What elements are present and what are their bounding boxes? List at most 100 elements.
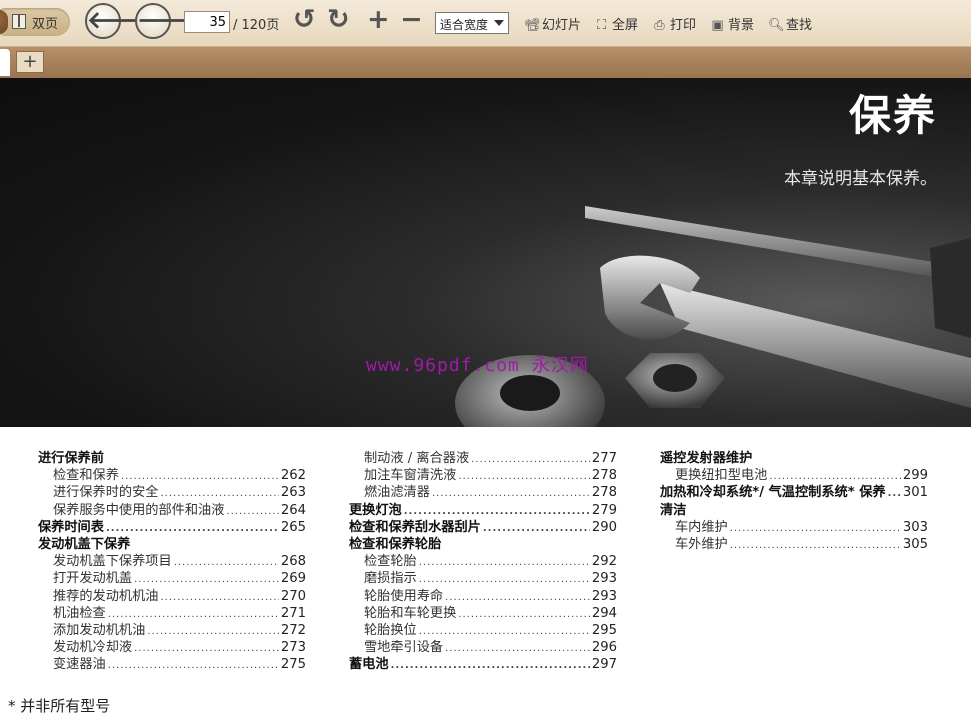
toc-entry[interactable]: 添加发动机机油 272 — [38, 622, 306, 639]
toc-entry-title: 机油检查 — [53, 605, 106, 621]
toc-leader-dots — [108, 606, 279, 623]
toc-entry-title: 制动液 / 离合器液 — [364, 451, 470, 466]
toc-entry[interactable]: 变速器油 275 — [38, 656, 306, 673]
print-button[interactable]: ⎙ 打印 — [652, 14, 696, 33]
toc-entry[interactable]: 机油检查 271 — [38, 605, 306, 622]
toc-entry[interactable]: 轮胎使用寿命 293 — [349, 588, 617, 605]
back-button[interactable]: 🡐 — [85, 3, 151, 39]
toc-entry-title: 更换灯泡 — [349, 502, 402, 518]
tab-bar: + — [0, 47, 971, 78]
toc-leader-dots — [106, 520, 279, 537]
toc-entry[interactable]: 燃油滤清器 278 — [349, 484, 617, 501]
toc-leader-dots — [134, 640, 279, 657]
toc-entry[interactable]: 加注车窗清洗液 278 — [349, 467, 617, 484]
toc-entry[interactable]: 发动机冷却液 273 — [38, 639, 306, 656]
toc-leader-dots — [226, 503, 278, 520]
toc-entry-title: 推荐的发动机机油 — [53, 588, 159, 604]
page-total: / 120页 — [233, 18, 280, 33]
toc-entry-page: 278 — [591, 485, 617, 501]
toc-entry[interactable]: 更换纽扣型电池 299 — [660, 467, 928, 484]
toc-leader-dots — [419, 623, 590, 640]
toc-entry[interactable]: 进行保养时的安全 263 — [38, 484, 306, 501]
toc-entry[interactable]: 车外维护 305 — [660, 536, 928, 553]
minus-icon: − — [400, 4, 423, 35]
toc-entry[interactable]: 检查轮胎 292 — [349, 553, 617, 570]
toc-entry[interactable]: 发动机盖下保养项目 268 — [38, 553, 306, 570]
zoom-select-value: 适合宽度 — [440, 18, 489, 32]
toc-entry[interactable]: 轮胎和车轮更换 294 — [349, 605, 617, 622]
dual-page-toggle[interactable]: 双页 — [0, 8, 70, 36]
slideshow-button[interactable]: 📽幻灯片 — [524, 14, 581, 33]
toc-entry-title: 打开发动机盖 — [53, 571, 133, 587]
toc-entry[interactable]: 制动液 / 离合器液 277 — [349, 450, 617, 467]
toc-entry-page: 303 — [902, 519, 928, 535]
toc-leader-dots — [458, 606, 590, 623]
toc-leader-dots — [108, 657, 279, 674]
search-button[interactable]: 🔍︎查找 — [768, 14, 812, 33]
add-tab-button[interactable]: + — [16, 51, 44, 73]
toc-leader-dots — [730, 537, 901, 554]
rotate-left-button[interactable]: ↺ — [293, 5, 316, 35]
chevron-down-icon — [494, 20, 504, 26]
toc-entry-page: 277 — [591, 451, 617, 466]
toc-entry-page: 297 — [591, 657, 617, 673]
toc-entry-title: 加热和冷却系统*/ 气温控制系统* 保养 — [660, 485, 886, 501]
toc-entry[interactable]: 打开发动机盖 269 — [38, 570, 306, 587]
toc-entry-title: 轮胎使用寿命 — [364, 588, 444, 604]
zoom-in-button[interactable]: + — [367, 5, 390, 35]
toc-entry-page: 273 — [280, 640, 306, 656]
watermark-text: www.96pdf.com 永汉网 — [366, 355, 589, 376]
toc-entry[interactable]: 检查和保养刮水器刮片 290 — [349, 519, 617, 536]
rotate-ccw-icon: ↺ — [293, 4, 316, 35]
toc-entry-title: 更换纽扣型电池 — [675, 468, 768, 484]
toc-entry-title: 蓄电池 — [349, 657, 389, 673]
toc-entry[interactable]: 加热和冷却系统*/ 气温控制系统* 保养 301 — [660, 484, 928, 501]
toc-entry-page: 271 — [280, 605, 306, 621]
toc-entry[interactable]: 发动机盖下保养 — [38, 536, 306, 553]
toc-entry-page: 275 — [280, 657, 306, 673]
toc-entry-page: 264 — [280, 502, 306, 518]
background-icon: ▣ — [711, 18, 724, 33]
toc-entry[interactable]: 轮胎换位 295 — [349, 622, 617, 639]
toc-entry[interactable]: 磨损指示 293 — [349, 570, 617, 587]
toc-entry-title: 检查轮胎 — [364, 554, 417, 570]
rotate-right-button[interactable]: ↻ — [327, 5, 350, 35]
toc-entry-page: 272 — [280, 622, 306, 638]
toc-entry[interactable]: 检查和保养 262 — [38, 467, 306, 484]
tab-current-document[interactable] — [0, 49, 10, 76]
toc-entry[interactable]: 保养服务中使用的部件和油液 264 — [38, 502, 306, 519]
toc-entry-page: 279 — [591, 502, 617, 518]
toc-entry[interactable]: 推荐的发动机机油 270 — [38, 588, 306, 605]
toc-entry[interactable]: 更换灯泡 279 — [349, 502, 617, 519]
toc-entry[interactable]: 车内维护 303 — [660, 519, 928, 536]
toc-entry[interactable]: 检查和保养轮胎 — [349, 536, 617, 553]
toc-entry[interactable]: 保养时间表 265 — [38, 519, 306, 536]
toc-leader-dots — [161, 589, 279, 606]
toc-entry[interactable]: 雪地牵引设备 296 — [349, 639, 617, 656]
toc-leader-dots — [445, 589, 590, 606]
toc-leader-dots — [730, 520, 901, 537]
toc-entry-title: 发动机冷却液 — [53, 640, 133, 656]
toc-entry-page: 296 — [591, 640, 617, 656]
toc-leader-dots — [174, 554, 279, 571]
forward-button[interactable]: 🡒 — [135, 3, 201, 39]
toc-entry[interactable]: 进行保养前 — [38, 450, 306, 467]
toc-leader-dots — [769, 468, 901, 485]
printer-icon: ⎙ — [654, 18, 665, 33]
toc-entry[interactable]: 清洁 — [660, 502, 928, 519]
toc-entry[interactable]: 蓄电池 297 — [349, 656, 617, 673]
background-button[interactable]: ▣ 背景 — [710, 14, 754, 33]
toc-entry[interactable]: 遥控发射器维护 — [660, 450, 928, 467]
toc-entry-title: 清洁 — [660, 502, 687, 518]
fullscreen-button[interactable]: ⛶ 全屏 — [594, 14, 638, 33]
plus-icon: + — [367, 4, 390, 35]
chapter-hero-image: 保养 本章说明基本保养。 www.96pdf.com 永汉网 — [0, 78, 971, 427]
toolbar: 双页 🡐 🡒 / 120页 ↺ ↻ + − 适合宽度 📽幻灯片 ⛶全屏 ⎙打印 … — [0, 0, 971, 47]
toc-entry-title: 磨损指示 — [364, 571, 417, 587]
toc-leader-dots — [445, 640, 590, 657]
zoom-select[interactable]: 适合宽度 — [435, 12, 509, 34]
page-number-input[interactable] — [184, 11, 230, 33]
toc-entry-page: 295 — [591, 622, 617, 638]
zoom-out-button[interactable]: − — [400, 5, 423, 35]
toc-entry-title: 保养服务中使用的部件和油液 — [53, 502, 225, 518]
